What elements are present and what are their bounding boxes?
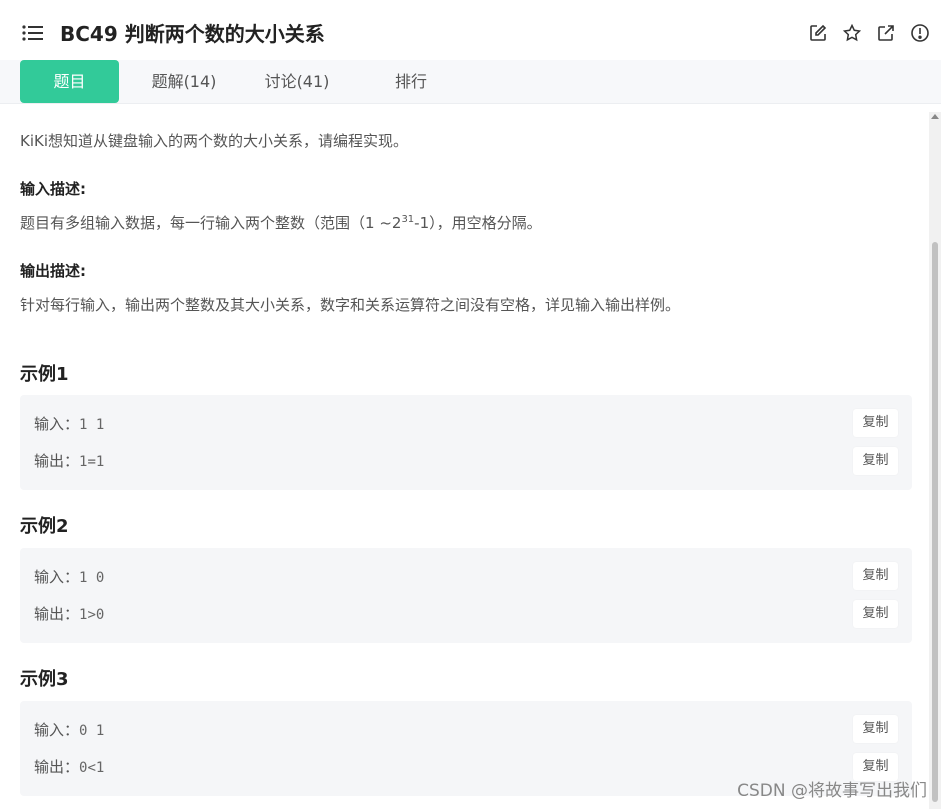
watermark: CSDN @将故事写出我们 bbox=[737, 781, 927, 801]
example-3-input[interactable]: 输入：0 1 bbox=[34, 719, 104, 740]
problem-header: BC49 判断两个数的大小关系 bbox=[0, 0, 941, 62]
example-1-input[interactable]: 输入：1 1 bbox=[34, 413, 104, 434]
tab-bar: 题目 题解(14) 讨论(41) 排行 bbox=[0, 60, 941, 104]
input-description-heading: 输入描述: bbox=[20, 180, 86, 198]
example-2-box: 输入：1 0 复制 输出：1>0 复制 bbox=[20, 548, 912, 643]
header-actions bbox=[807, 22, 931, 44]
copy-output-button[interactable]: 复制 bbox=[853, 600, 898, 628]
star-icon[interactable] bbox=[841, 22, 863, 44]
edit-icon[interactable] bbox=[807, 22, 829, 44]
example-3-title: 示例3 bbox=[20, 669, 69, 690]
list-menu-icon[interactable] bbox=[22, 24, 44, 42]
input-description-text: 题目有多组输入数据，每一行输入两个整数（范围（1 ~231-1），用空格分隔。 bbox=[20, 214, 542, 232]
copy-input-button[interactable]: 复制 bbox=[853, 715, 898, 743]
tab-solutions[interactable]: 题解(14) bbox=[135, 60, 233, 103]
external-link-icon[interactable] bbox=[875, 22, 897, 44]
scroll-up-arrow-icon[interactable] bbox=[931, 114, 939, 119]
copy-input-button[interactable]: 复制 bbox=[853, 562, 898, 590]
problem-intro: KiKi想知道从键盘输入的两个数的大小关系，请编程实现。 bbox=[20, 132, 409, 150]
tab-discussion[interactable]: 讨论(41) bbox=[248, 60, 346, 103]
tab-problem[interactable]: 题目 bbox=[20, 60, 119, 103]
problem-title: BC49 判断两个数的大小关系 bbox=[60, 22, 325, 46]
example-2-output[interactable]: 输出：1>0 bbox=[34, 603, 104, 624]
example-1-output[interactable]: 输出：1=1 bbox=[34, 450, 104, 471]
copy-output-button[interactable]: 复制 bbox=[853, 447, 898, 475]
vertical-scrollbar[interactable] bbox=[929, 112, 941, 809]
report-icon[interactable] bbox=[909, 22, 931, 44]
output-description-text: 针对每行输入，输出两个整数及其大小关系，数字和关系运算符之间没有空格，详见输入输… bbox=[20, 296, 681, 314]
example-2-input[interactable]: 输入：1 0 bbox=[34, 566, 104, 587]
example-1-box: 输入：1 1 复制 输出：1=1 复制 bbox=[20, 395, 912, 490]
example-3-output[interactable]: 输出：0<1 bbox=[34, 756, 104, 777]
output-description-heading: 输出描述: bbox=[20, 262, 86, 280]
tab-ranking[interactable]: 排行 bbox=[362, 60, 460, 103]
example-1-title: 示例1 bbox=[20, 364, 69, 385]
copy-input-button[interactable]: 复制 bbox=[853, 409, 898, 437]
scroll-thumb[interactable] bbox=[932, 242, 938, 802]
example-2-title: 示例2 bbox=[20, 516, 69, 537]
